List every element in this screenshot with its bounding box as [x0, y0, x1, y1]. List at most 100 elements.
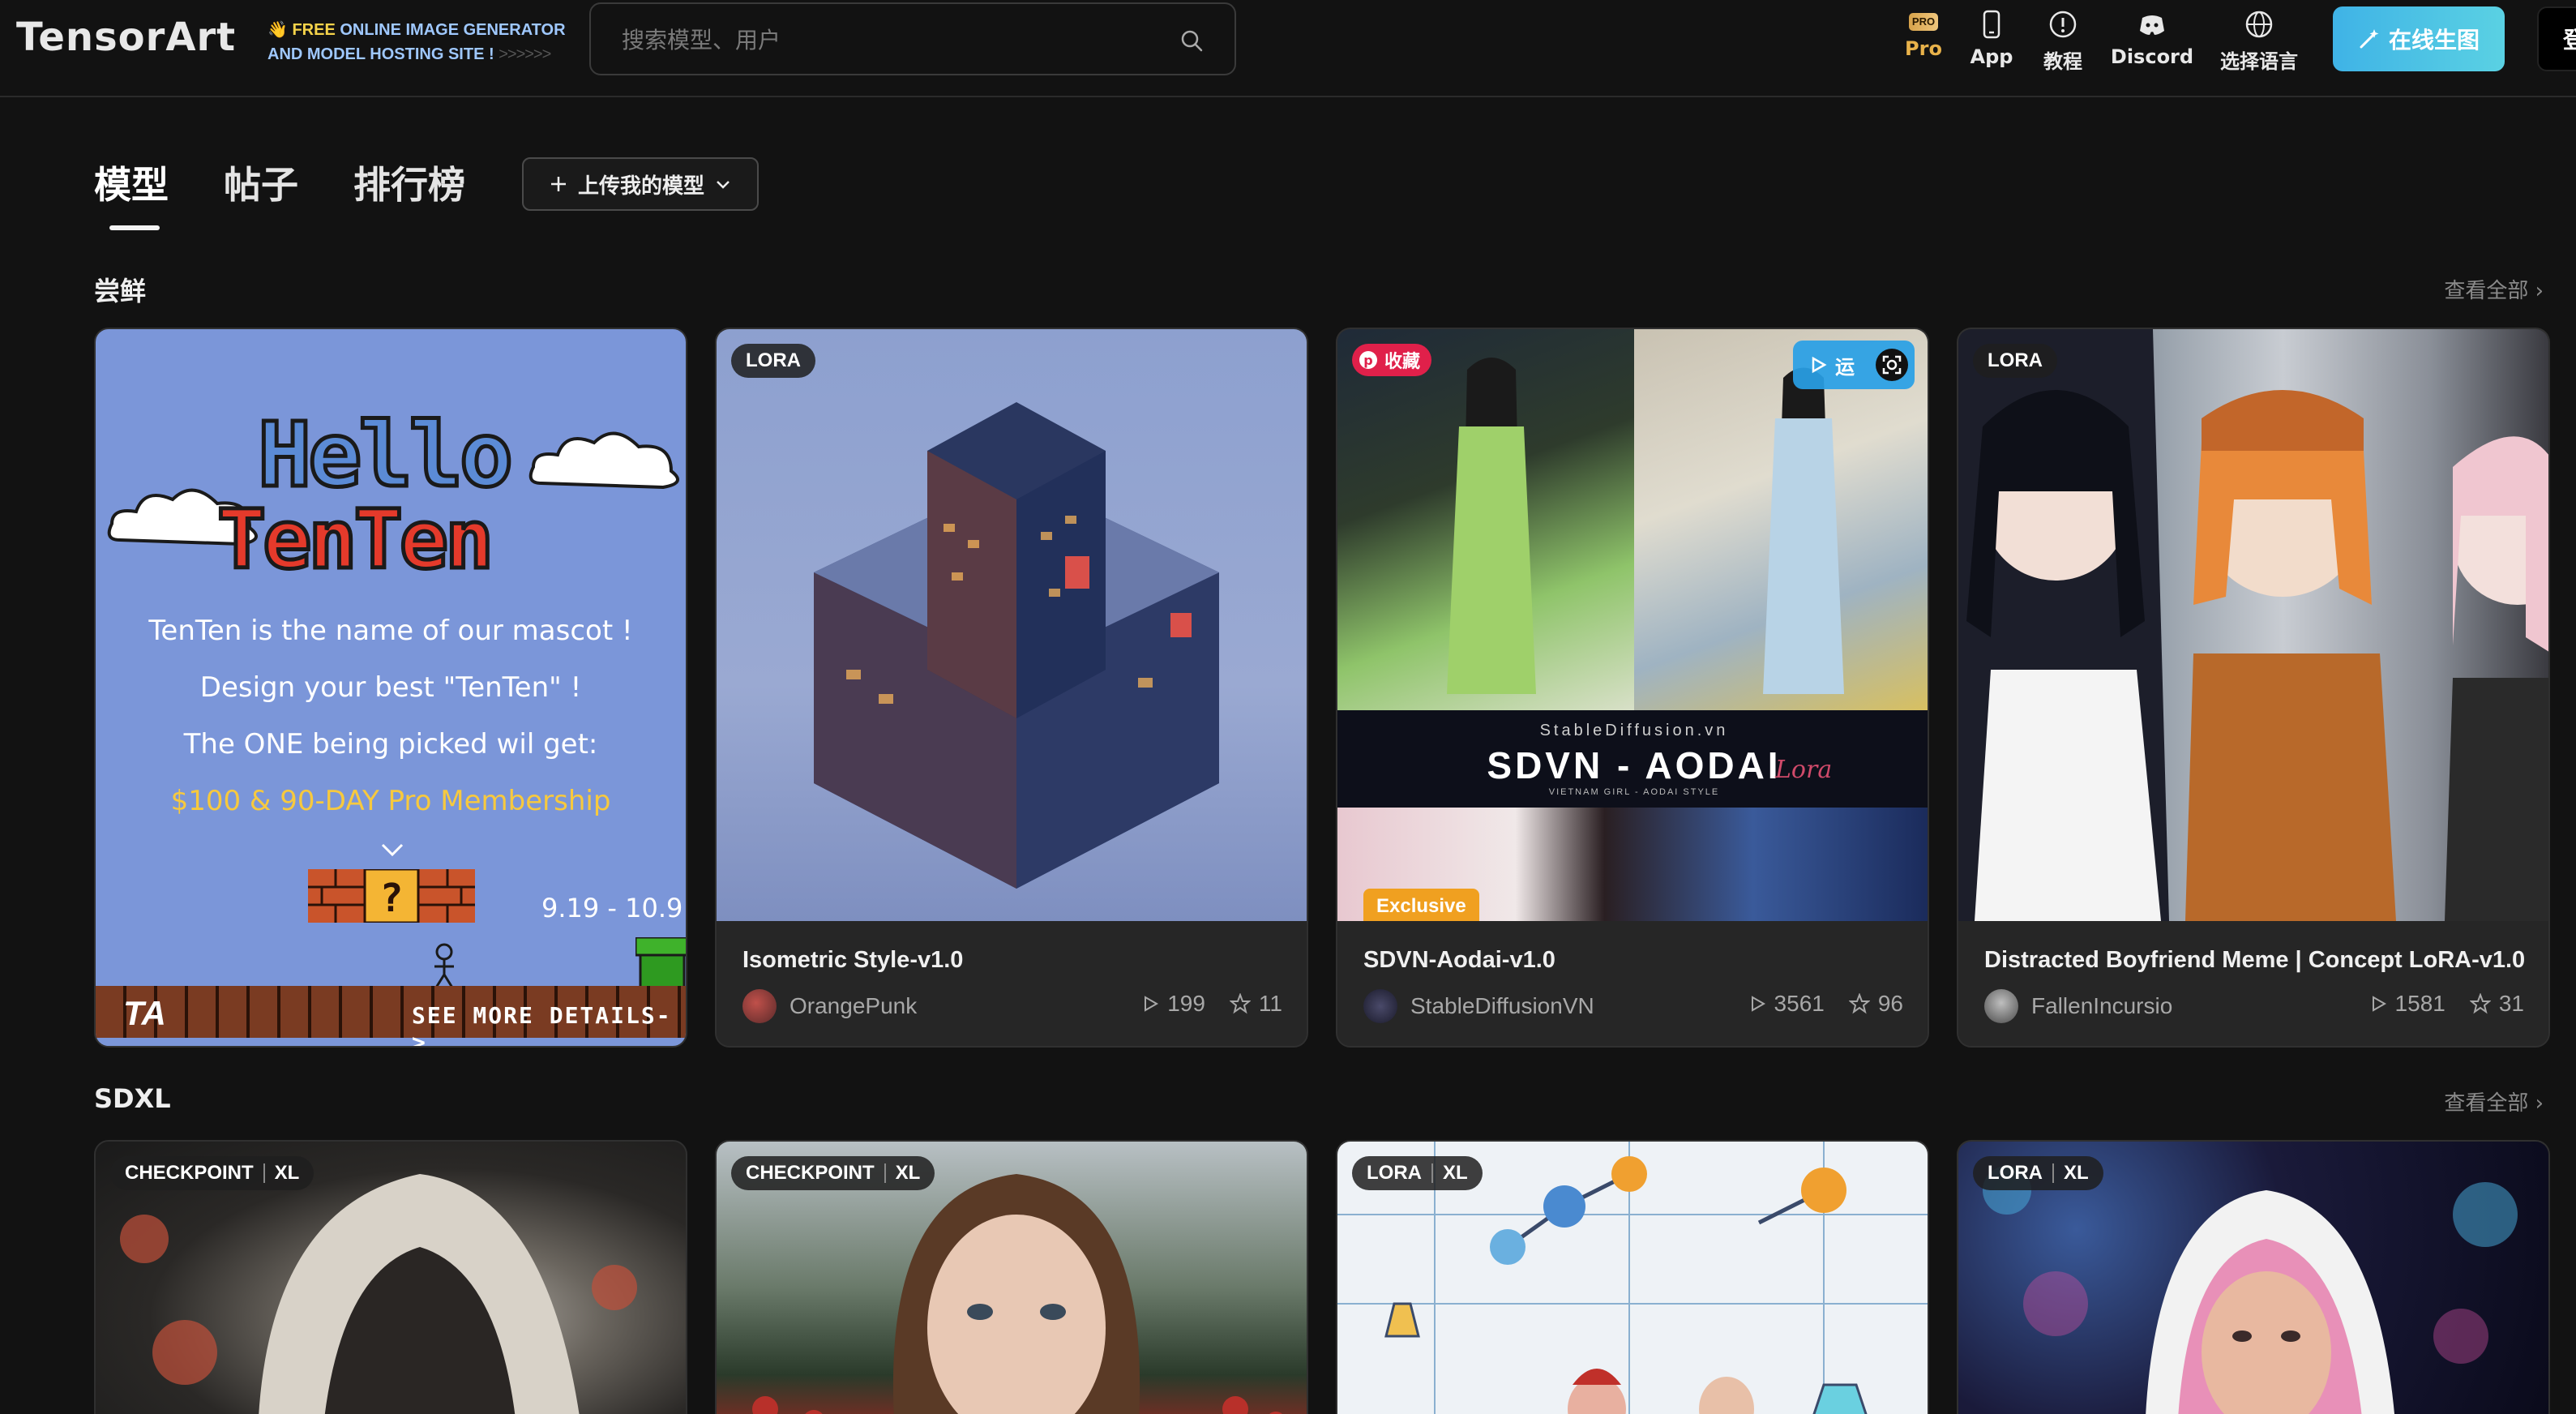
login-button[interactable]: 登 — [2537, 6, 2576, 71]
play-icon — [1145, 996, 1159, 1012]
run-count: 1581 — [2369, 991, 2445, 1017]
avatar — [1363, 989, 1397, 1023]
model-type-badge: CHECKPOINT XL — [731, 1156, 935, 1190]
nav-app[interactable]: App — [1963, 10, 2020, 75]
model-thumbnail[interactable]: StableDiffusion.vn SDVN - AODAI VIETNAM … — [1337, 329, 1928, 921]
star-count-value: 11 — [1258, 991, 1282, 1016]
model-card[interactable]: LORA Isometric Style-v1.0 OrangePunk 199… — [715, 328, 1308, 1048]
run-count-value: 1581 — [2394, 991, 2445, 1016]
promo-card-tenten[interactable]: Hello TenTen TenTen is the name of our m… — [94, 328, 687, 1048]
card-info: SDVN-Aodai-v1.0 StableDiffusionVN 3561 9… — [1337, 921, 1928, 1046]
play-icon — [1812, 356, 1827, 374]
nav-tutorial[interactable]: 教程 — [2035, 10, 2091, 75]
globe-icon — [2245, 11, 2273, 38]
play-icon — [1751, 996, 1765, 1012]
isometric-city-image — [814, 402, 1219, 889]
card-stats: 199 11 — [1141, 991, 1282, 1017]
badge-label-xl: XL — [895, 1162, 921, 1184]
upload-model-label: 上传我的模型 — [577, 174, 704, 199]
scan-icon[interactable] — [1876, 349, 1908, 381]
tab-posts[interactable]: 帖子 — [224, 156, 298, 209]
nav-pro[interactable]: PRO Pro — [1895, 10, 1952, 75]
search-box[interactable] — [589, 2, 1236, 75]
run-label: 运 — [1835, 356, 1855, 379]
site-tagline: 👋 FREE ONLINE IMAGE GENERATOR AND MODEL … — [267, 18, 566, 66]
star-icon — [1229, 993, 1251, 1014]
card-stats: 3561 96 — [1748, 991, 1903, 1017]
tab-leaderboard[interactable]: 排行榜 — [353, 156, 465, 209]
badge-label: LORA — [1988, 349, 2043, 371]
tensorart-logo[interactable]: TensorArt — [16, 18, 236, 57]
model-thumbnail[interactable] — [1958, 329, 2548, 921]
star-count: 96 — [1848, 991, 1903, 1017]
run-count: 3561 — [1748, 991, 1825, 1017]
svg-text:?: ? — [380, 876, 404, 921]
model-card[interactable]: LORA XL — [1336, 1140, 1929, 1414]
discord-icon — [2140, 15, 2164, 35]
model-thumbnail[interactable] — [717, 329, 1307, 921]
run-count-value: 199 — [1167, 991, 1205, 1016]
exclusive-badge: Exclusive — [1363, 889, 1479, 924]
chevron-down-icon — [381, 843, 404, 857]
chevron-right-icon: › — [2535, 1091, 2544, 1116]
model-type-badge: LORA — [731, 344, 815, 378]
author[interactable]: StableDiffusionVN — [1363, 989, 1594, 1023]
tagline-free: FREE — [292, 21, 336, 39]
promo-tenten-text: TenTen — [215, 492, 495, 587]
upload-model-button[interactable]: 上传我的模型 — [522, 157, 759, 211]
anime-characters-image — [1958, 329, 2548, 921]
model-card[interactable]: CHECKPOINT XL — [94, 1140, 687, 1414]
section-title-sdxl: SDXL — [94, 1083, 171, 1114]
tab-models[interactable]: 模型 — [94, 156, 169, 209]
model-card[interactable]: LORA XL — [1957, 1140, 2550, 1414]
author[interactable]: FallenIncursio — [1984, 989, 2172, 1023]
nav-discord[interactable]: Discord — [2107, 10, 2197, 75]
nav-app-label: App — [1970, 45, 2013, 68]
favorite-label: 收藏 — [1384, 351, 1421, 371]
chevron-right-icon: › — [2535, 279, 2544, 303]
badge-label-xl: XL — [2064, 1162, 2089, 1184]
star-count-value: 31 — [2498, 991, 2524, 1016]
generate-online-label: 在线生图 — [2388, 27, 2480, 54]
generate-online-button[interactable]: 在线生图 — [2333, 6, 2505, 71]
model-type-badge: LORA XL — [1973, 1156, 2103, 1190]
nav-language-label: 选择语言 — [2220, 50, 2298, 73]
cloud-icon — [528, 431, 679, 490]
model-type-badge: CHECKPOINT XL — [110, 1156, 315, 1190]
nav-tutorial-label: 教程 — [2043, 50, 2082, 73]
author-name: OrangePunk — [789, 993, 918, 1018]
model-card[interactable]: LORA Distracted Boyfriend Meme | Concept… — [1957, 328, 2550, 1048]
search-icon[interactable] — [1179, 28, 1204, 53]
active-tab-indicator — [109, 225, 160, 230]
model-title[interactable]: SDVN-Aodai-v1.0 — [1363, 947, 1555, 974]
search-input[interactable] — [622, 22, 1140, 58]
view-all-link-sdxl[interactable]: 查看全部 › — [2444, 1086, 2544, 1116]
badge-divider — [1431, 1163, 1433, 1183]
model-title[interactable]: Distracted Boyfriend Meme | Concept LoRA… — [1984, 947, 2525, 974]
model-card[interactable]: CHECKPOINT XL — [715, 1140, 1308, 1414]
promo-see-more-link[interactable]: SEE MORE DETAILS-> — [412, 1002, 686, 1046]
view-all-label: 查看全部 — [2444, 279, 2529, 303]
promo-date: 9.19 - 10.9 — [541, 893, 683, 923]
top-header: TensorArt 👋 FREE ONLINE IMAGE GENERATOR … — [0, 0, 2576, 97]
run-badge[interactable]: 运 — [1793, 341, 1915, 389]
pro-badge-icon: PRO — [1909, 13, 1938, 31]
view-all-link-new[interactable]: 查看全部 › — [2444, 274, 2544, 304]
model-title[interactable]: Isometric Style-v1.0 — [742, 947, 963, 974]
chevron-down-icon — [717, 181, 730, 189]
badge-divider — [2052, 1163, 2054, 1183]
aodai-figure-blue — [1763, 367, 1844, 694]
nav-discord-label: Discord — [2110, 45, 2194, 68]
model-card[interactable]: StableDiffusion.vn SDVN - AODAI VIETNAM … — [1336, 328, 1929, 1048]
nav-language[interactable]: 选择语言 — [2213, 10, 2305, 75]
promo-ta-logo: TA — [123, 994, 166, 1032]
run-count: 199 — [1141, 991, 1205, 1017]
badge-label: LORA — [1988, 1162, 2043, 1184]
tagline-line1: ONLINE IMAGE GENERATOR — [335, 21, 566, 39]
favorite-badge[interactable]: p 收藏 — [1352, 344, 1432, 376]
star-icon — [2469, 993, 2491, 1014]
author[interactable]: OrangePunk — [742, 989, 917, 1023]
model-type-badge: LORA — [1973, 344, 2057, 378]
card-stats: 1581 31 — [2369, 991, 2524, 1017]
badge-divider — [263, 1163, 265, 1183]
